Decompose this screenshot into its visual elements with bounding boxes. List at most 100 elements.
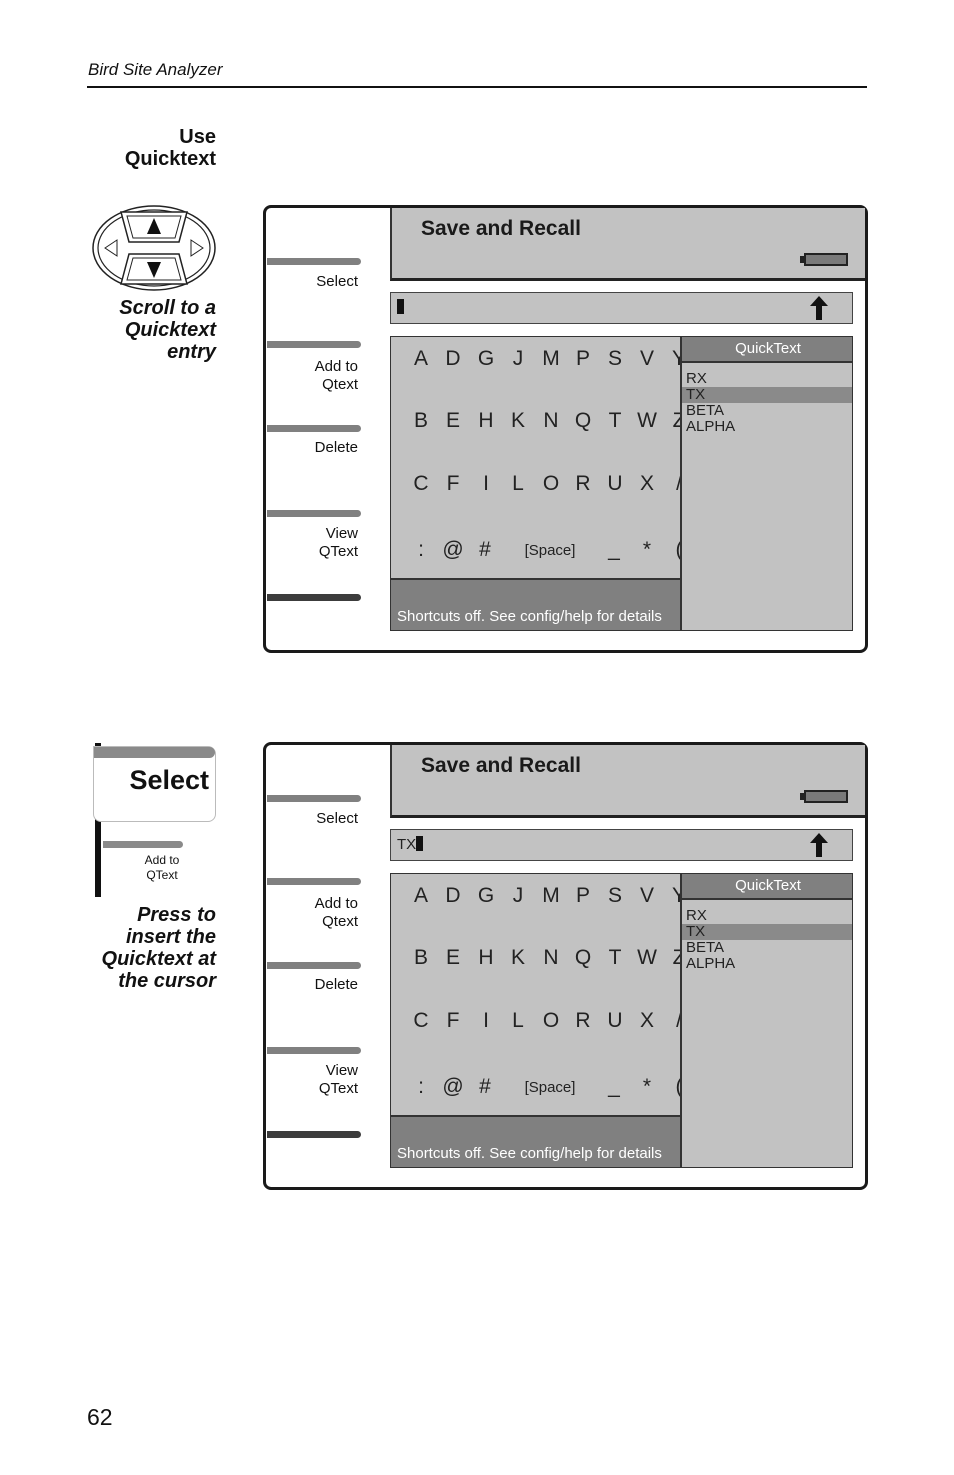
keyboard-key[interactable]: L	[512, 472, 524, 496]
quicktext-item[interactable]: TX	[682, 387, 852, 403]
keyboard-key[interactable]: A	[414, 347, 428, 371]
softkey-label-line: Delete	[314, 976, 358, 993]
keyboard-key[interactable]: X	[640, 472, 654, 496]
keyboard-key[interactable]: B	[414, 946, 428, 970]
softkey-bar[interactable]	[267, 795, 361, 802]
softkey-view-qtext[interactable]: View QText	[319, 1062, 358, 1098]
keyboard-key[interactable]: A	[414, 884, 428, 908]
softkey-delete[interactable]: Delete	[315, 439, 358, 457]
softkey-bar[interactable]	[267, 341, 361, 348]
caption-line: Quicktext	[124, 319, 216, 341]
keyboard-key[interactable]: R	[575, 1009, 590, 1033]
softkey-label-line: Qtext	[322, 913, 358, 930]
keyboard-key[interactable]: O	[543, 1009, 559, 1033]
softkey-bar[interactable]	[267, 594, 361, 601]
keyboard-key[interactable]: #	[479, 1075, 491, 1099]
keyboard-key[interactable]: I	[483, 472, 489, 496]
softkey-bar[interactable]	[267, 1131, 361, 1138]
softkey-bar[interactable]	[267, 962, 361, 969]
keyboard-key[interactable]: U	[607, 472, 622, 496]
shift-up-arrow-icon	[810, 833, 828, 857]
keyboard-key[interactable]: :	[418, 538, 424, 562]
keyboard-key[interactable]: K	[511, 409, 525, 433]
keyboard-key[interactable]: D	[445, 347, 460, 371]
keyboard-key[interactable]: W	[637, 946, 657, 970]
keyboard-key[interactable]: T	[609, 409, 622, 433]
softkey-view-qtext[interactable]: View QText	[319, 525, 358, 561]
keyboard-key[interactable]: @	[442, 1075, 463, 1099]
keyboard-key[interactable]: S	[608, 884, 622, 908]
keyboard-key[interactable]: *	[643, 1075, 651, 1099]
text-input[interactable]	[390, 292, 853, 324]
keyboard-key[interactable]: J	[513, 884, 524, 908]
softkey-bar[interactable]	[267, 425, 361, 432]
keyboard-key[interactable]: C	[413, 472, 428, 496]
keyboard-key[interactable]: N	[543, 946, 558, 970]
softkey-bar[interactable]	[267, 258, 361, 265]
softkey-add-to-qtext[interactable]: Add to Qtext	[315, 895, 358, 931]
softkey-label-line: Delete	[314, 439, 358, 456]
softkey-select[interactable]: Select	[316, 273, 358, 291]
quicktext-list[interactable]: QuickText RX TX BETA ALPHA	[680, 874, 852, 1167]
keyboard-key[interactable]: [Space]	[525, 542, 576, 559]
softkey-bar[interactable]	[267, 510, 361, 517]
keyboard-key[interactable]: D	[445, 884, 460, 908]
keyboard-key[interactable]: H	[478, 946, 493, 970]
header-rule	[87, 86, 867, 88]
keyboard-key[interactable]: G	[478, 347, 494, 371]
keyboard-key[interactable]: T	[609, 946, 622, 970]
keyboard-key[interactable]: B	[414, 409, 428, 433]
softkey-bar[interactable]	[267, 1047, 361, 1054]
keyboard-key[interactable]: _	[608, 538, 620, 562]
keyboard-key[interactable]: Q	[575, 409, 591, 433]
keyboard-key[interactable]: X	[640, 1009, 654, 1033]
text-input[interactable]: TX	[390, 829, 853, 861]
keyboard-key[interactable]: K	[511, 946, 525, 970]
keyboard-key[interactable]: W	[637, 409, 657, 433]
quicktext-list[interactable]: QuickText RX TX BETA ALPHA	[680, 337, 852, 630]
select-key-label: Select	[129, 765, 209, 795]
keyboard-key[interactable]: F	[447, 472, 460, 496]
keyboard-key[interactable]: L	[512, 1009, 524, 1033]
keyboard-key[interactable]: O	[543, 472, 559, 496]
quicktext-item[interactable]: ALPHA	[682, 956, 852, 972]
keyboard-key[interactable]: V	[640, 884, 654, 908]
keyboard-key[interactable]: I	[483, 1009, 489, 1033]
keyboard-key[interactable]: V	[640, 347, 654, 371]
quicktext-item[interactable]: BETA	[682, 403, 852, 419]
softkey-add-to-qtext[interactable]: Add to Qtext	[315, 358, 358, 394]
keyboard-key[interactable]: G	[478, 884, 494, 908]
keyboard-key[interactable]: @	[442, 538, 463, 562]
keyboard-key[interactable]: J	[513, 347, 524, 371]
keyboard-key[interactable]: N	[543, 409, 558, 433]
keyboard-key[interactable]: :	[418, 1075, 424, 1099]
keyboard-key[interactable]: U	[607, 1009, 622, 1033]
keyboard-key[interactable]: P	[576, 884, 590, 908]
keyboard-key[interactable]: #	[479, 538, 491, 562]
quicktext-item[interactable]: TX	[682, 924, 852, 940]
quicktext-item[interactable]: BETA	[682, 940, 852, 956]
keyboard-key[interactable]: E	[446, 946, 460, 970]
step1-heading: Use Quicktext	[125, 126, 216, 170]
keyboard-key[interactable]: R	[575, 472, 590, 496]
keyboard-key[interactable]: S	[608, 347, 622, 371]
device-screen: Select Add to Qtext Delete View QText Save…	[263, 205, 868, 653]
softkey-delete[interactable]: Delete	[315, 976, 358, 994]
keyboard-key[interactable]: H	[478, 409, 493, 433]
keyboard-key[interactable]: E	[446, 409, 460, 433]
screen-title: Save and Recall	[421, 217, 581, 240]
keyboard-key[interactable]: _	[608, 1075, 620, 1099]
softkey-select[interactable]: Select	[316, 810, 358, 828]
keyboard-key[interactable]: C	[413, 1009, 428, 1033]
quicktext-item[interactable]: RX	[682, 371, 852, 387]
keyboard-key[interactable]: F	[447, 1009, 460, 1033]
quicktext-item[interactable]: RX	[682, 908, 852, 924]
keyboard-key[interactable]: [Space]	[525, 1079, 576, 1096]
keyboard-key[interactable]: Q	[575, 946, 591, 970]
keyboard-key[interactable]: M	[542, 347, 560, 371]
softkey-bar[interactable]	[267, 878, 361, 885]
keyboard-key[interactable]: P	[576, 347, 590, 371]
keyboard-key[interactable]: M	[542, 884, 560, 908]
quicktext-item[interactable]: ALPHA	[682, 419, 852, 435]
keyboard-key[interactable]: *	[643, 538, 651, 562]
